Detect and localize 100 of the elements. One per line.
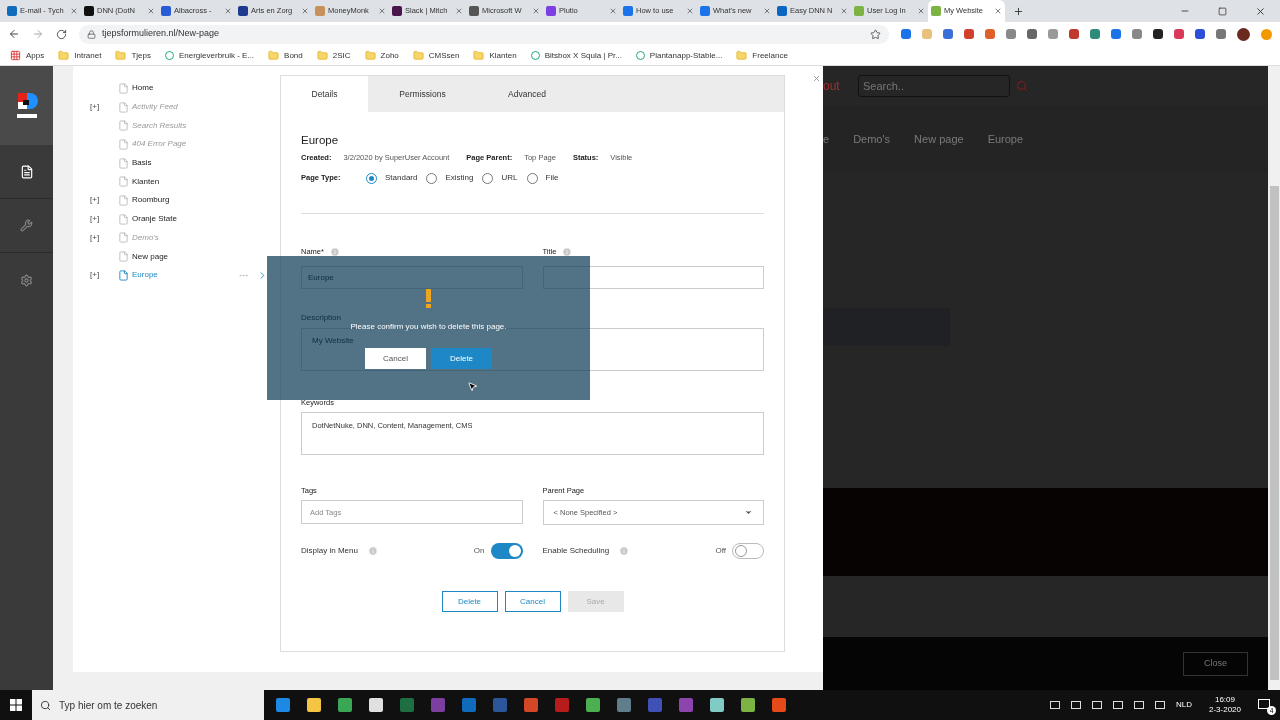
info-icon[interactable] (562, 247, 573, 257)
logo-icon (15, 90, 38, 121)
expand-toggle[interactable]: [+] (90, 269, 100, 282)
bookmark-link[interactable]: 2SIC (332, 49, 351, 62)
nav-link[interactable]: e (823, 131, 830, 148)
close-icon[interactable] (532, 7, 540, 15)
language-indicator[interactable]: NLD (1175, 699, 1192, 711)
expand-toggle[interactable]: [+] (90, 231, 100, 244)
close-icon[interactable] (763, 7, 771, 15)
tray-icon[interactable] (1091, 701, 1102, 709)
settings-tab[interactable]: Details (281, 76, 368, 112)
caret-icon (744, 508, 753, 517)
close-icon[interactable] (1255, 5, 1266, 17)
bookmark-link[interactable]: Intranet (74, 49, 102, 62)
info-icon[interactable] (329, 247, 340, 257)
page-icon (118, 120, 129, 132)
page-icon (118, 251, 129, 263)
expand-toggle[interactable]: [+] (90, 194, 100, 207)
close-icon[interactable] (455, 7, 463, 15)
dialog-button[interactable]: Cancel (365, 348, 426, 369)
lock-icon (87, 29, 96, 39)
close-icon[interactable] (378, 7, 386, 15)
close-icon[interactable] (301, 7, 309, 15)
folder-icon (268, 50, 280, 61)
close-icon[interactable] (224, 7, 232, 15)
bookmark-link[interactable]: Freelance (752, 49, 788, 62)
page-icon (118, 176, 129, 188)
bookmark-link[interactable]: Plantanapp-Stable... (649, 49, 723, 62)
tree-item[interactable]: Roomburg (132, 194, 170, 207)
toggle-label: Enable Scheduling (542, 545, 610, 557)
nav-link[interactable]: Demo's (853, 131, 891, 148)
apps-grid-icon (10, 50, 21, 61)
close-icon[interactable] (609, 7, 617, 15)
search-field[interactable]: Search.. (858, 75, 1010, 97)
bookmark-link[interactable]: Bitsbox X Squla | Pr... (544, 49, 622, 62)
tree-item[interactable]: New page (132, 250, 169, 263)
form-button[interactable]: Cancel (504, 591, 561, 612)
scrollbar[interactable] (1268, 66, 1280, 690)
expand-toggle[interactable]: [+] (90, 101, 100, 114)
tray-icon[interactable] (1154, 701, 1165, 709)
tray-icon[interactable] (1070, 701, 1081, 709)
tree-item[interactable]: Oranje State (132, 213, 177, 226)
update-icon[interactable] (1261, 28, 1272, 40)
toggle-switch[interactable] (490, 543, 523, 559)
tree-item[interactable]: Klanten (132, 175, 160, 188)
folder-icon (58, 50, 70, 61)
close-icon[interactable] (686, 7, 694, 15)
back-icon[interactable] (8, 28, 20, 40)
extension-icon[interactable] (1195, 29, 1205, 39)
clock[interactable]: 16:09 2-3-2020 (1202, 695, 1247, 715)
reload-icon[interactable] (56, 28, 67, 40)
settings-icon[interactable] (20, 273, 33, 287)
close-icon[interactable] (147, 7, 155, 15)
close-icon[interactable] (917, 7, 925, 15)
folder-icon (736, 50, 748, 61)
restore-icon[interactable] (1218, 6, 1227, 16)
close-icon[interactable] (994, 7, 1002, 15)
bookmark-link[interactable]: CMSsen (428, 49, 460, 62)
bookmark-link[interactable]: Klanten (489, 49, 517, 62)
pages-icon[interactable] (19, 164, 34, 179)
tray-icon[interactable] (1133, 701, 1144, 709)
nav-link[interactable]: New page (914, 131, 964, 148)
tray-icon[interactable] (1112, 701, 1123, 709)
radio-label: File (545, 172, 559, 184)
tray-icon[interactable] (1049, 701, 1060, 709)
close-icon[interactable] (840, 7, 848, 15)
tree-item[interactable]: Europe (132, 269, 158, 282)
bookmark-link[interactable]: Bond (284, 49, 303, 62)
nav-link[interactable]: Europe (987, 131, 1024, 148)
windows-start-icon[interactable] (10, 699, 22, 711)
close-icon[interactable] (70, 7, 78, 15)
folder-icon (364, 50, 376, 61)
tree-item[interactable]: Basis (132, 157, 152, 170)
bookmark-link[interactable]: Tjeps (131, 49, 151, 62)
page-icon (118, 232, 129, 244)
toggle-label: Display in Menu (301, 545, 358, 557)
bookmark-link[interactable]: Zoho (380, 49, 399, 62)
toggle-state: Off (715, 545, 726, 557)
address-bar[interactable]: tjepsformulieren.nl/New-page (79, 24, 889, 44)
bookmark-link[interactable]: Energieverbruik - E... (178, 49, 255, 62)
toggle-state: On (473, 545, 485, 557)
radio-label: Standard (385, 172, 418, 184)
bookmark-star-icon[interactable] (870, 28, 881, 40)
taskbar-search-field[interactable]: Typ hier om te zoeken (32, 690, 264, 720)
mouse-cursor-icon (467, 380, 478, 393)
page-icon (118, 194, 129, 206)
tools-icon[interactable] (20, 219, 33, 232)
extension-icon[interactable] (1153, 29, 1163, 39)
dialog-button[interactable]: Delete (431, 348, 492, 369)
logo-panel[interactable] (0, 66, 53, 145)
search-icon (40, 699, 51, 711)
form-button[interactable]: Delete (441, 591, 498, 612)
new-tab-icon[interactable] (1013, 6, 1024, 17)
toggle-switch[interactable] (732, 543, 764, 559)
folder-icon (473, 50, 485, 61)
profile-avatar[interactable] (1237, 27, 1250, 41)
expand-toggle[interactable]: [+] (90, 213, 100, 226)
close-button[interactable]: Close (1183, 651, 1248, 676)
tree-item[interactable]: Home (132, 82, 154, 95)
bookmark-link[interactable]: Apps (26, 49, 45, 62)
